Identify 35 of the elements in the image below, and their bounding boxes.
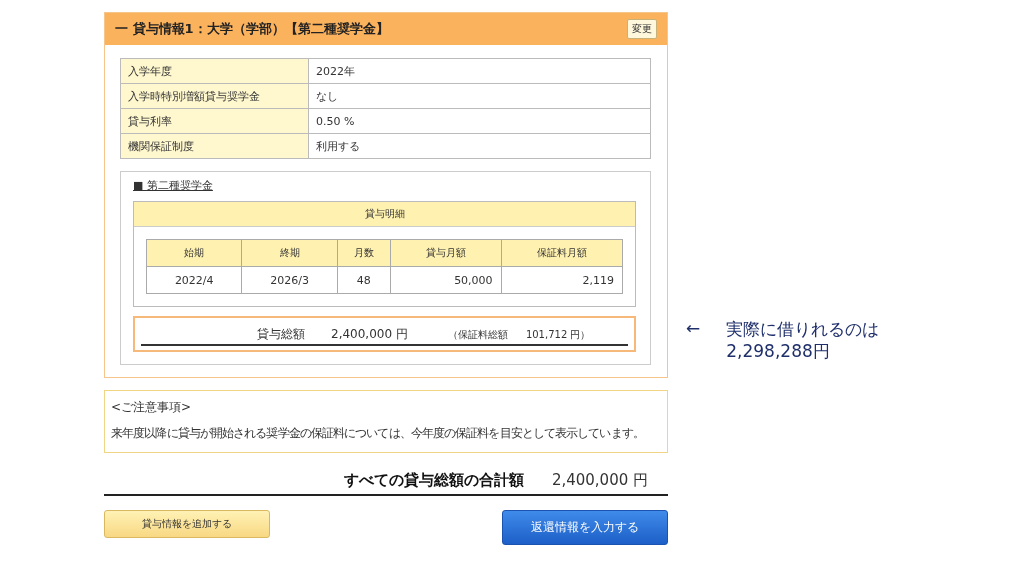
table-cell: 2022/4 <box>146 266 242 294</box>
grand-total-label: すべての貸与総額の合計額 <box>343 471 524 490</box>
table-cell: 2026/3 <box>241 266 338 294</box>
column-header: 始期 <box>146 239 242 267</box>
column-header: 終期 <box>241 239 338 267</box>
table-cell: 2,119 <box>501 266 623 294</box>
total-amount: 2,400,000 円 <box>331 326 408 343</box>
panel-title: 一 貸与情報1：大学（学部）【第二種奨学金】 <box>115 20 389 38</box>
table-cell: 利用する <box>308 133 651 159</box>
table-cell: なし <box>308 83 651 109</box>
change-button[interactable]: 変更 <box>627 19 657 39</box>
add-button[interactable]: 貸与情報を追加する <box>104 510 270 538</box>
table-cell: 50,000 <box>390 266 502 294</box>
table-cell: 0.50 % <box>308 108 651 134</box>
section-heading: ■ 第二種奨学金 <box>133 178 214 193</box>
fee-amount: 101,712 円） <box>525 328 591 342</box>
column-header: 保証料月額 <box>501 239 623 267</box>
table-cell: 48 <box>337 266 391 294</box>
table-cell: 入学年度 <box>120 58 309 84</box>
table-cell: 入学時特別増額貸与奨学金 <box>120 83 309 109</box>
table-cell: 貸与利率 <box>120 108 309 134</box>
detail-header: 貸与明細 <box>134 202 635 227</box>
next-button[interactable]: 返還情報を入力する <box>502 510 668 545</box>
total-label: 貸与総額 <box>257 326 305 343</box>
arrow-icon: ← <box>686 318 701 338</box>
notes-text: 来年度以降に貸与が開始される奨学金の保証料については、今年度の保証料を目安として表示しています。 <box>111 425 645 442</box>
annotation-text: 実際に借りれるのは <box>726 318 880 340</box>
notes-title: <ご注意事項> <box>111 399 193 416</box>
table-cell: 2022年 <box>308 58 651 84</box>
column-header: 月数 <box>337 239 391 267</box>
fee-label: （保証料総額 <box>447 328 508 342</box>
grand-total-amount: 2,400,000 円 <box>551 471 648 490</box>
table-cell: 機関保証制度 <box>120 133 309 159</box>
annotation-text: 2,298,288円 <box>726 340 831 362</box>
column-header: 貸与月額 <box>390 239 502 267</box>
